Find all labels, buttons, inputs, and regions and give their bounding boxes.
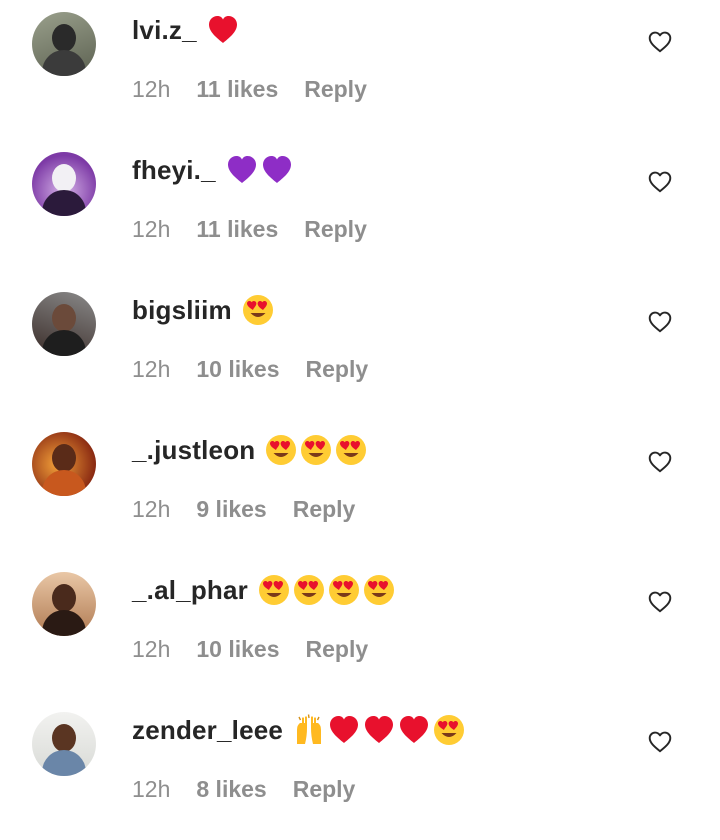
comment-timestamp: 12h: [132, 355, 171, 382]
red-heart-icon: [365, 716, 394, 743]
comment-likes-count[interactable]: 10 likes: [196, 636, 279, 663]
avatar[interactable]: [32, 12, 96, 76]
like-heart-button[interactable]: [646, 308, 674, 336]
heart-outline-icon: [648, 31, 672, 53]
comment-text: [207, 14, 239, 46]
heart-eyes-icon: [258, 575, 289, 605]
comment-item: bigsliim 12h 10 likes Reply: [0, 280, 720, 420]
comment-timestamp: 12h: [132, 775, 171, 802]
comment-likes-count[interactable]: 9 likes: [196, 496, 266, 523]
comment-likes-count[interactable]: 11 likes: [196, 216, 278, 243]
heart-eyes-icon: [301, 435, 332, 465]
heart-eyes-icon: [363, 575, 394, 605]
comment-likes-count[interactable]: 10 likes: [196, 356, 279, 383]
comment-text: [242, 294, 274, 326]
heart-outline-icon: [648, 171, 672, 193]
heart-outline-icon: [648, 451, 672, 473]
comment-username[interactable]: zender_leee: [132, 715, 283, 746]
comment-text: [293, 714, 465, 746]
comment-username[interactable]: bigsliim: [132, 295, 232, 326]
reply-button[interactable]: Reply: [304, 216, 367, 243]
avatar[interactable]: [32, 712, 96, 776]
reply-button[interactable]: Reply: [306, 356, 369, 383]
comment-username[interactable]: _.justleon: [132, 435, 255, 466]
comment-item: _.al_phar 12h 10 likes Reply: [0, 560, 720, 700]
comment-username[interactable]: _.al_phar: [132, 575, 248, 606]
reply-button[interactable]: Reply: [306, 636, 369, 663]
comment-timestamp: 12h: [132, 75, 171, 102]
comment-username[interactable]: fheyi._: [132, 155, 216, 186]
comment-text: [226, 154, 293, 186]
comment-username[interactable]: lvi.z_: [132, 15, 197, 46]
comment-likes-count[interactable]: 11 likes: [196, 76, 278, 103]
avatar[interactable]: [32, 292, 96, 356]
like-heart-button[interactable]: [646, 448, 674, 476]
like-heart-button[interactable]: [646, 588, 674, 616]
heart-outline-icon: [648, 591, 672, 613]
reply-button[interactable]: Reply: [293, 496, 356, 523]
avatar[interactable]: [32, 432, 96, 496]
heart-eyes-icon: [293, 575, 324, 605]
purple-heart-icon: [227, 156, 256, 183]
red-heart-icon: [400, 716, 429, 743]
red-heart-icon: [330, 716, 359, 743]
comment-item: zender_leee 12h 8 likes Reply: [0, 700, 720, 840]
avatar[interactable]: [32, 572, 96, 636]
purple-heart-icon: [262, 156, 291, 183]
heart-eyes-icon: [328, 575, 359, 605]
raised-hands-icon: [297, 714, 322, 744]
like-heart-button[interactable]: [646, 728, 674, 756]
comment-text: [265, 434, 367, 466]
heart-eyes-icon: [266, 435, 297, 465]
avatar[interactable]: [32, 152, 96, 216]
heart-eyes-icon: [336, 435, 367, 465]
like-heart-button[interactable]: [646, 168, 674, 196]
comment-item: lvi.z_ 12h 11 likes Reply: [0, 0, 720, 140]
comment-item: fheyi._ 12h 11 likes Reply: [0, 140, 720, 280]
reply-button[interactable]: Reply: [293, 776, 356, 803]
heart-outline-icon: [648, 311, 672, 333]
comment-timestamp: 12h: [132, 215, 171, 242]
heart-eyes-icon: [242, 295, 273, 325]
like-heart-button[interactable]: [646, 28, 674, 56]
comment-item: _.justleon 12h 9 likes Reply: [0, 420, 720, 560]
reply-button[interactable]: Reply: [304, 76, 367, 103]
heart-eyes-icon: [434, 715, 465, 745]
red-heart-icon: [208, 16, 237, 43]
comment-text: [258, 574, 395, 606]
comment-likes-count[interactable]: 8 likes: [196, 776, 266, 803]
comment-timestamp: 12h: [132, 635, 171, 662]
heart-outline-icon: [648, 731, 672, 753]
comment-timestamp: 12h: [132, 495, 171, 522]
